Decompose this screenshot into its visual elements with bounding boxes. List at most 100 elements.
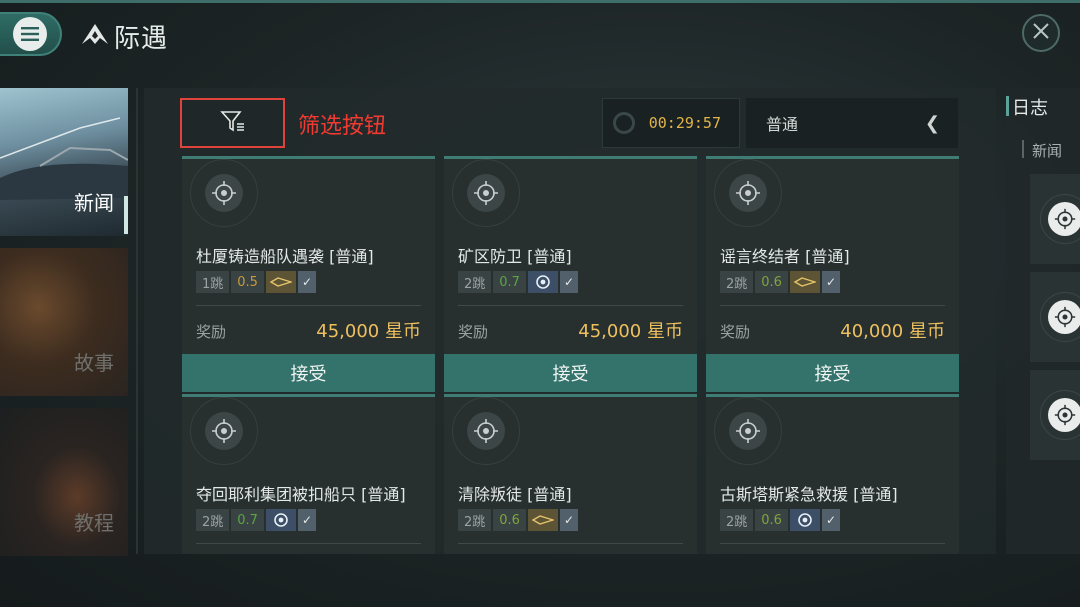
accept-button[interactable]: 接受: [182, 354, 435, 392]
mission-tags: 2跳 0.6 ✓: [720, 509, 840, 531]
security-tag: 0.5: [231, 271, 264, 293]
mission-tags: 1跳 0.5 ✓: [196, 271, 316, 293]
card-separator: [458, 543, 683, 544]
filter-button[interactable]: [180, 98, 285, 148]
jumps-tag: 1跳: [196, 271, 230, 293]
reward-label: 奖励: [196, 323, 227, 341]
log-entry-icon: [1040, 292, 1080, 342]
nav-tile-story[interactable]: 故事: [0, 248, 128, 396]
card-separator: [196, 543, 421, 544]
header: 际遇: [0, 0, 1080, 68]
ship-icon: [527, 509, 558, 531]
ship-icon: [265, 271, 296, 293]
reward-label: 奖励: [458, 323, 489, 341]
page-title-group: 际遇: [80, 18, 168, 55]
security-tag: 0.6: [755, 509, 788, 531]
close-button[interactable]: [1022, 14, 1060, 52]
reward-value: 40,000 星币: [840, 321, 945, 342]
jumps-tag: 2跳: [458, 271, 492, 293]
mission-icon: [452, 159, 520, 227]
log-entry[interactable]: [1030, 370, 1080, 460]
security-tag: 0.7: [493, 271, 526, 293]
security-tag: 0.7: [231, 509, 264, 531]
filter-annotation-label: 筛选按钮: [298, 114, 387, 139]
mission-title: 杜厦铸造船队遇袭 [普通]: [196, 247, 374, 266]
nav-divider: [136, 88, 138, 554]
mission-panel: 筛选按钮 00:29:57 普通 ❮ 杜厦铸造船队遇袭 [普通] 1跳 0.5 …: [144, 88, 996, 554]
checkmark-icon: ✓: [297, 509, 316, 531]
mission-title: 夺回耶利集团被扣船只 [普通]: [196, 485, 406, 504]
mission-card[interactable]: 古斯塔斯紧急救援 [普通] 2跳 0.6 ✓: [706, 394, 959, 554]
accept-button[interactable]: 接受: [444, 354, 697, 392]
checkmark-icon: ✓: [559, 271, 578, 293]
jumps-tag: 2跳: [458, 509, 492, 531]
accept-button[interactable]: 接受: [706, 354, 959, 392]
mission-icon: [714, 397, 782, 465]
jumps-tag: 2跳: [720, 509, 754, 531]
target-icon: [789, 509, 820, 531]
refresh-timer: 00:29:57: [602, 98, 740, 148]
checkmark-icon: ✓: [821, 271, 840, 293]
chevron-left-icon: ❮: [924, 113, 940, 134]
ship-icon: [789, 271, 820, 293]
checkmark-icon: ✓: [821, 509, 840, 531]
mission-icon: [714, 159, 782, 227]
reward-value: 45,000 星币: [578, 321, 683, 342]
mission-card[interactable]: 杜厦铸造船队遇袭 [普通] 1跳 0.5 ✓ 奖励 45,000 星币 接受: [182, 156, 435, 392]
log-entry[interactable]: [1030, 272, 1080, 362]
nav-active-indicator: [124, 196, 128, 234]
log-title: 日志: [1012, 98, 1048, 119]
mission-title: 矿区防卫 [普通]: [458, 247, 572, 266]
close-icon: [1032, 22, 1050, 44]
log-entry-icon: [1040, 194, 1080, 244]
nav-label-story: 故事: [74, 351, 114, 375]
filter-icon: [219, 109, 246, 137]
nav-label-news: 新闻: [74, 191, 114, 215]
mission-icon: [190, 159, 258, 227]
target-icon: [265, 509, 296, 531]
jumps-tag: 2跳: [196, 509, 230, 531]
security-tag: 0.6: [493, 509, 526, 531]
mission-title: 清除叛徒 [普通]: [458, 485, 572, 504]
difficulty-select[interactable]: 普通 ❮: [746, 98, 958, 148]
timer-text: 00:29:57: [648, 114, 721, 132]
mission-tags: 2跳 0.7 ✓: [458, 271, 578, 293]
card-separator: [458, 305, 683, 306]
mission-icon: [190, 397, 258, 465]
menu-button[interactable]: [0, 12, 62, 56]
log-panel: 日志 新闻: [1006, 88, 1080, 554]
mission-card[interactable]: 谣言终结者 [普通] 2跳 0.6 ✓ 奖励 40,000 星币 接受: [706, 156, 959, 392]
mission-card[interactable]: 夺回耶利集团被扣船只 [普通] 2跳 0.7 ✓: [182, 394, 435, 554]
reward-value: 45,000 星币: [316, 321, 421, 342]
encounter-logo-icon: [80, 22, 110, 52]
nav-label-tutorial: 教程: [74, 511, 114, 535]
card-separator: [196, 305, 421, 306]
log-subtitle-bar: [1022, 140, 1024, 158]
log-subtitle: 新闻: [1032, 142, 1063, 160]
card-separator: [720, 543, 945, 544]
menu-icon: [13, 17, 47, 51]
mission-title: 谣言终结者 [普通]: [720, 247, 850, 266]
log-entry[interactable]: [1030, 174, 1080, 264]
nav-tile-news[interactable]: 新闻: [0, 88, 128, 236]
mission-card[interactable]: 清除叛徒 [普通] 2跳 0.6 ✓: [444, 394, 697, 554]
reward-label: 奖励: [720, 323, 751, 341]
mission-icon: [452, 397, 520, 465]
timer-icon: [613, 112, 635, 134]
nav-tile-tutorial[interactable]: 教程: [0, 408, 128, 556]
security-tag: 0.6: [755, 271, 788, 293]
log-title-accent: [1006, 96, 1009, 116]
page-title: 际遇: [114, 24, 169, 54]
mission-card[interactable]: 矿区防卫 [普通] 2跳 0.7 ✓ 奖励 45,000 星币 接受: [444, 156, 697, 392]
left-nav: 新闻 故事 教程: [0, 88, 140, 558]
mission-tags: 2跳 0.6 ✓: [458, 509, 578, 531]
jumps-tag: 2跳: [720, 271, 754, 293]
target-icon: [527, 271, 558, 293]
checkmark-icon: ✓: [559, 509, 578, 531]
log-entry-icon: [1040, 390, 1080, 440]
mission-tags: 2跳 0.7 ✓: [196, 509, 316, 531]
mission-tags: 2跳 0.6 ✓: [720, 271, 840, 293]
checkmark-icon: ✓: [297, 271, 316, 293]
card-separator: [720, 305, 945, 306]
mission-title: 古斯塔斯紧急救援 [普通]: [720, 485, 898, 504]
